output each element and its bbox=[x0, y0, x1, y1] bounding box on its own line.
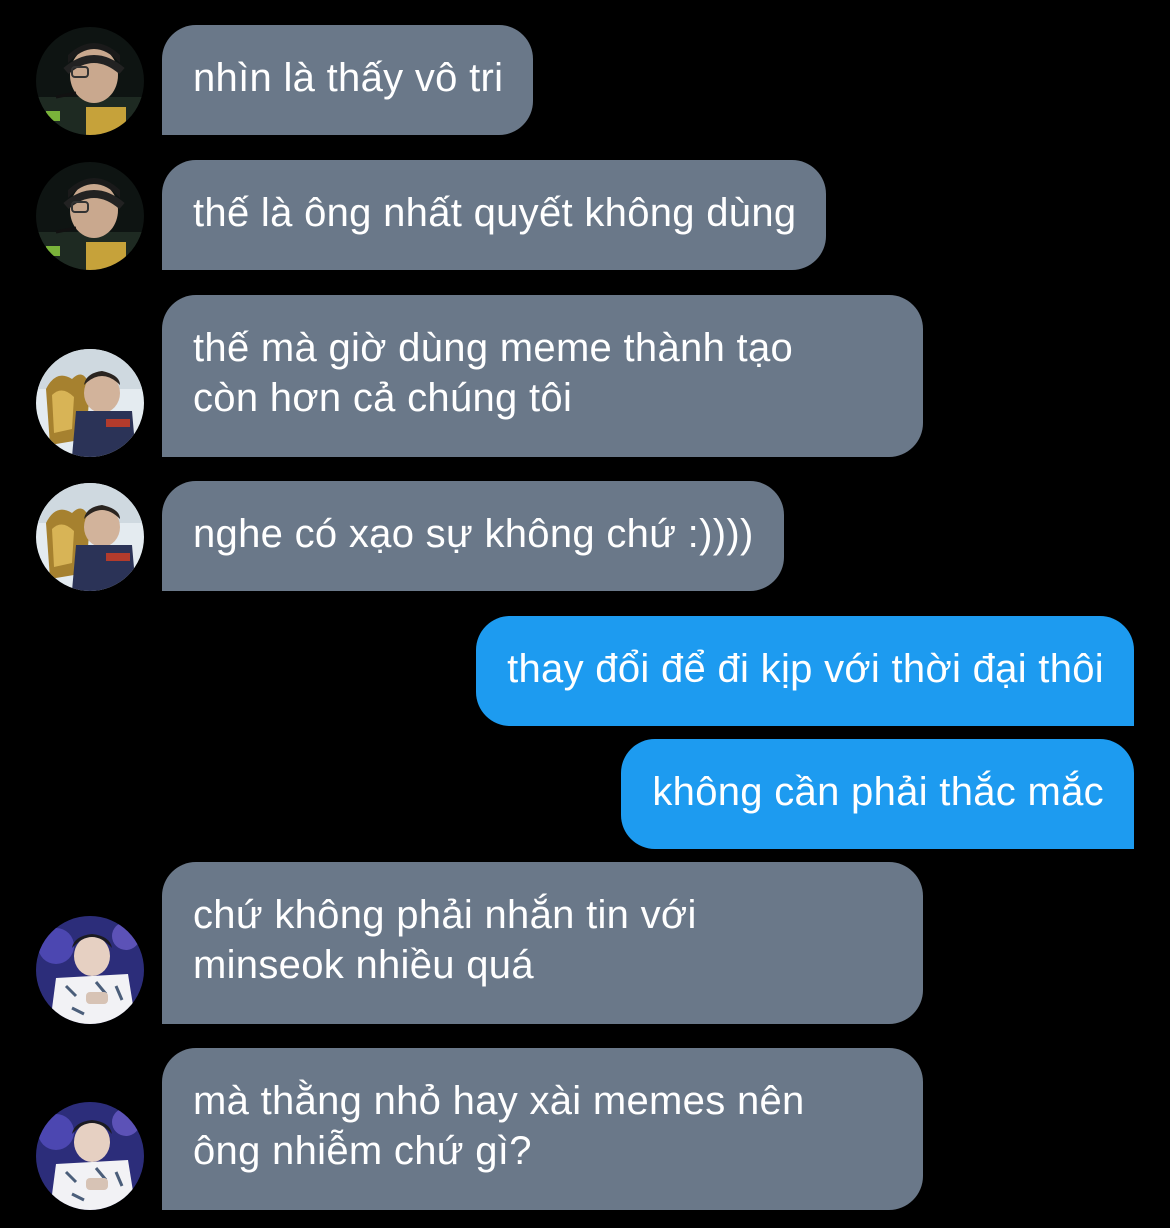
sender-avatar[interactable] bbox=[36, 162, 144, 270]
profile-photo-icon bbox=[36, 483, 144, 591]
sender-avatar[interactable] bbox=[36, 27, 144, 135]
profile-photo-icon bbox=[36, 162, 144, 270]
profile-photo-icon bbox=[36, 349, 144, 457]
profile-photo-icon bbox=[36, 1102, 144, 1210]
sender-avatar[interactable] bbox=[36, 483, 144, 591]
profile-photo-icon bbox=[36, 27, 144, 135]
message-bubble-incoming[interactable]: thế mà giờ dùng meme thành tạo còn hơn c… bbox=[162, 295, 923, 457]
message-bubble-incoming[interactable]: thế là ông nhất quyết không dùng bbox=[162, 160, 827, 270]
message-bubble-incoming[interactable]: mà thằng nhỏ hay xài memes nên ông nhiễm… bbox=[162, 1048, 923, 1210]
message-bubble-outgoing[interactable]: thay đổi để đi kịp với thời đại thôi bbox=[476, 616, 1134, 726]
message-bubble-incoming[interactable]: chứ không phải nhắn tin với minseok nhiề… bbox=[162, 862, 923, 1024]
message-bubble-outgoing[interactable]: không cần phải thắc mắc bbox=[621, 739, 1134, 849]
message-bubble-incoming[interactable]: nghe có xạo sự không chứ :)))) bbox=[162, 481, 784, 591]
sender-avatar[interactable] bbox=[36, 349, 144, 457]
sender-avatar[interactable] bbox=[36, 1102, 144, 1210]
message-bubble-incoming[interactable]: nhìn là thấy vô tri bbox=[162, 25, 534, 135]
sender-avatar[interactable] bbox=[36, 916, 144, 1024]
profile-photo-icon bbox=[36, 916, 144, 1024]
chat-thread: nhìn là thấy vô tri thế là ông nhất quyế… bbox=[0, 0, 1170, 1228]
